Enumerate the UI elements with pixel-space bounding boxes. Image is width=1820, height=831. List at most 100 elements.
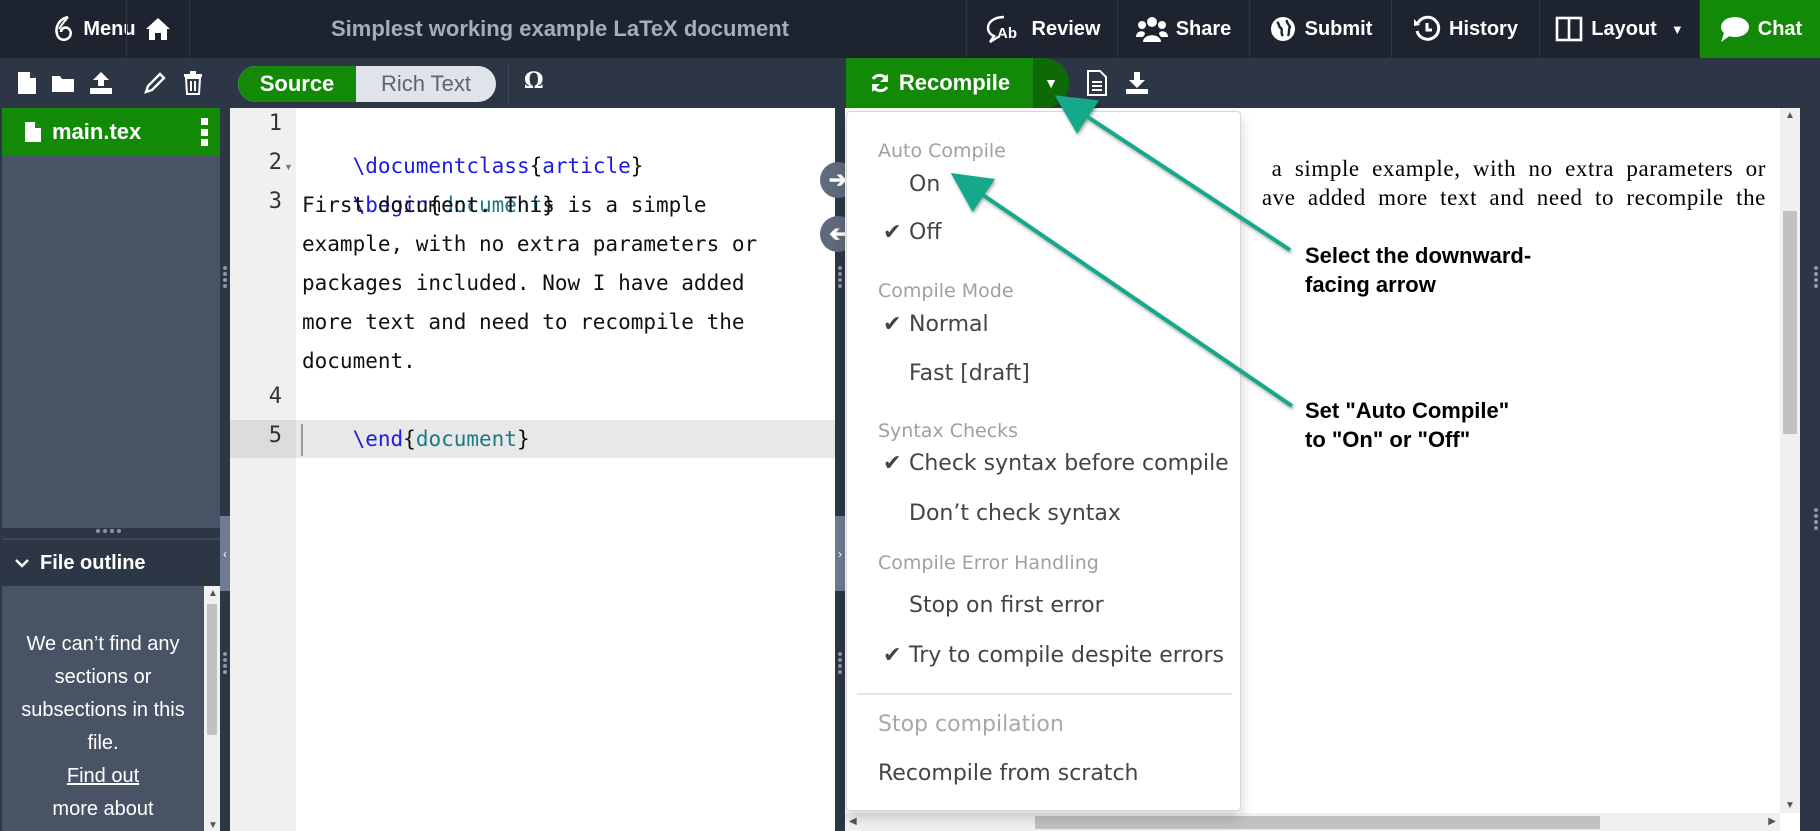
resize-grip[interactable] bbox=[1814, 266, 1818, 288]
symbol-palette-button[interactable]: Ω bbox=[524, 68, 544, 94]
right-panel-splitter[interactable] bbox=[1800, 108, 1820, 831]
code-line-3-wrap-1[interactable]: First document. This is a simple bbox=[302, 186, 707, 225]
editor-mode-toggle: Source Rich Text bbox=[238, 66, 496, 102]
code-editor[interactable]: 1 2 ▼ 3 4 5 \documentclass{article} \beg… bbox=[230, 108, 835, 831]
pdf-horizontal-scrollbar[interactable]: ◀ ▶ bbox=[845, 813, 1780, 831]
outline-empty-text: We can’t find any sections or subsection… bbox=[21, 633, 185, 754]
scroll-up-arrow-icon[interactable]: ▲ bbox=[1785, 110, 1795, 121]
download-pdf-icon[interactable] bbox=[1124, 70, 1150, 96]
sidebar-splitter[interactable]: ‹ bbox=[220, 108, 230, 831]
resize-grip[interactable] bbox=[223, 652, 227, 674]
fold-toggle-icon[interactable]: ▼ bbox=[284, 162, 293, 172]
file-icon bbox=[24, 121, 42, 143]
menu-section-heading: Syntax Checks bbox=[878, 420, 1019, 442]
overleaf-logo-icon bbox=[53, 15, 75, 43]
share-button[interactable]: Share bbox=[1118, 0, 1250, 58]
scroll-down-arrow-icon[interactable]: ▼ bbox=[208, 820, 218, 831]
file-name: main.tex bbox=[52, 119, 142, 144]
code-line-3-wrap-5[interactable]: document. bbox=[302, 342, 416, 381]
checkmark-icon: ✔ bbox=[883, 642, 902, 667]
file-sidebar: main.tex File outline We can’t find any … bbox=[0, 108, 220, 831]
review-label: Review bbox=[1031, 17, 1101, 40]
code-line-3-wrap-3[interactable]: packages included. Now I have added bbox=[302, 264, 745, 303]
checkmark-icon: ✔ bbox=[883, 450, 902, 475]
line-number: 4 bbox=[268, 384, 282, 409]
find-out-more-link[interactable]: Find out bbox=[67, 765, 139, 787]
line-number: 3 bbox=[268, 189, 282, 214]
history-label: History bbox=[1449, 17, 1518, 40]
recompile-button[interactable]: Recompile bbox=[846, 58, 1033, 108]
scroll-down-arrow-icon[interactable]: ▼ bbox=[1785, 800, 1795, 811]
submit-button[interactable]: Submit bbox=[1250, 0, 1392, 58]
file-menu-kebab-icon[interactable] bbox=[200, 118, 208, 146]
compile-mode-normal-option[interactable]: Normal bbox=[909, 312, 989, 337]
upload-icon[interactable] bbox=[88, 70, 114, 96]
annotation-note-auto-compile: Set "Auto Compile" to "On" or "Off" bbox=[1305, 396, 1509, 454]
layout-button[interactable]: Layout ▼ bbox=[1540, 0, 1700, 58]
recompile-label: Recompile bbox=[898, 70, 1011, 95]
brace: { bbox=[403, 427, 416, 451]
toolbar-divider bbox=[508, 66, 509, 102]
code-line-4[interactable]: \end{document} bbox=[302, 381, 530, 498]
scrollbar-thumb[interactable] bbox=[1783, 211, 1797, 434]
chevron-left-icon: ‹ bbox=[223, 546, 227, 561]
code-line-3-wrap-4[interactable]: more text and need to recompile the bbox=[302, 303, 745, 342]
checkmark-icon: ✔ bbox=[883, 311, 902, 336]
annotation-note-select-arrow: Select the downward- facing arrow bbox=[1305, 241, 1531, 299]
pdf-vertical-scrollbar[interactable]: ▲ ▼ bbox=[1780, 108, 1800, 813]
review-button[interactable]: Ab Review bbox=[966, 0, 1118, 58]
check-syntax-option[interactable]: Check syntax before compile bbox=[909, 451, 1229, 476]
source-mode-button[interactable]: Source bbox=[238, 66, 356, 102]
delete-trash-icon[interactable] bbox=[180, 70, 206, 96]
top-bar: Menu Simplest working example LaTeX docu… bbox=[0, 0, 1820, 58]
brace: } bbox=[516, 427, 530, 451]
text-cursor bbox=[301, 424, 303, 456]
menu-section-heading: Auto Compile bbox=[878, 140, 1006, 162]
caret-down-icon: ▼ bbox=[1044, 75, 1058, 91]
resize-grip[interactable] bbox=[838, 652, 842, 674]
scrollbar-thumb[interactable] bbox=[1035, 816, 1600, 829]
checkmark-icon: ✔ bbox=[883, 219, 902, 244]
line-number: 2 bbox=[268, 150, 282, 175]
file-outline-header[interactable]: File outline bbox=[2, 540, 220, 586]
collapse-pdf-tab[interactable]: › bbox=[835, 516, 845, 591]
rich-text-mode-button[interactable]: Rich Text bbox=[356, 66, 496, 102]
annotation-text: Select the downward- bbox=[1305, 243, 1532, 268]
recompile-from-scratch-action[interactable]: Recompile from scratch bbox=[878, 761, 1138, 786]
review-icon: Ab bbox=[984, 14, 1024, 44]
collapse-sidebar-tab[interactable]: ‹ bbox=[220, 516, 230, 591]
new-folder-icon[interactable] bbox=[50, 70, 76, 96]
outline-scrollbar[interactable]: ▲ ▼ bbox=[204, 586, 220, 831]
auto-compile-on-option[interactable]: On bbox=[909, 172, 940, 197]
try-compile-despite-errors-option[interactable]: Try to compile despite errors bbox=[909, 643, 1224, 668]
rename-pencil-icon[interactable] bbox=[142, 70, 168, 96]
refresh-icon bbox=[869, 72, 891, 94]
scroll-up-arrow-icon[interactable]: ▲ bbox=[208, 588, 218, 599]
resize-grip[interactable] bbox=[223, 266, 227, 288]
compile-mode-fast-option[interactable]: Fast [draft] bbox=[909, 361, 1030, 386]
scroll-left-arrow-icon[interactable]: ◀ bbox=[849, 816, 857, 827]
brace: } bbox=[630, 154, 644, 178]
outline-trailing-text: more about bbox=[52, 798, 154, 820]
compile-options-menu: Auto Compile On ✔ Off Compile Mode ✔ Nor… bbox=[846, 111, 1241, 811]
home-button-area[interactable] bbox=[126, 0, 190, 58]
history-button[interactable]: History bbox=[1392, 0, 1540, 58]
resize-grip[interactable] bbox=[1814, 508, 1818, 530]
stop-on-first-error-option[interactable]: Stop on first error bbox=[909, 593, 1104, 618]
scroll-right-arrow-icon[interactable]: ▶ bbox=[1768, 816, 1776, 827]
annotation-text: Set "Auto Compile" bbox=[1305, 398, 1510, 423]
file-outline-title: File outline bbox=[40, 551, 146, 574]
code-line-3-wrap-2[interactable]: example, with no extra parameters or bbox=[302, 225, 757, 264]
resize-handle-horizontal[interactable] bbox=[96, 529, 121, 533]
stop-compilation-action[interactable]: Stop compilation bbox=[878, 712, 1064, 737]
chat-button[interactable]: Chat bbox=[1700, 0, 1820, 58]
scrollbar-thumb[interactable] bbox=[207, 604, 217, 735]
file-tree-item-main-tex[interactable]: main.tex bbox=[2, 108, 220, 156]
dont-check-syntax-option[interactable]: Don’t check syntax bbox=[909, 501, 1121, 526]
resize-grip[interactable] bbox=[838, 266, 842, 288]
auto-compile-off-option[interactable]: Off bbox=[909, 220, 941, 245]
view-logs-icon[interactable] bbox=[1084, 70, 1110, 96]
submit-label: Submit bbox=[1304, 17, 1373, 40]
project-title[interactable]: Simplest working example LaTeX document bbox=[200, 0, 920, 58]
new-file-icon[interactable] bbox=[14, 70, 40, 96]
